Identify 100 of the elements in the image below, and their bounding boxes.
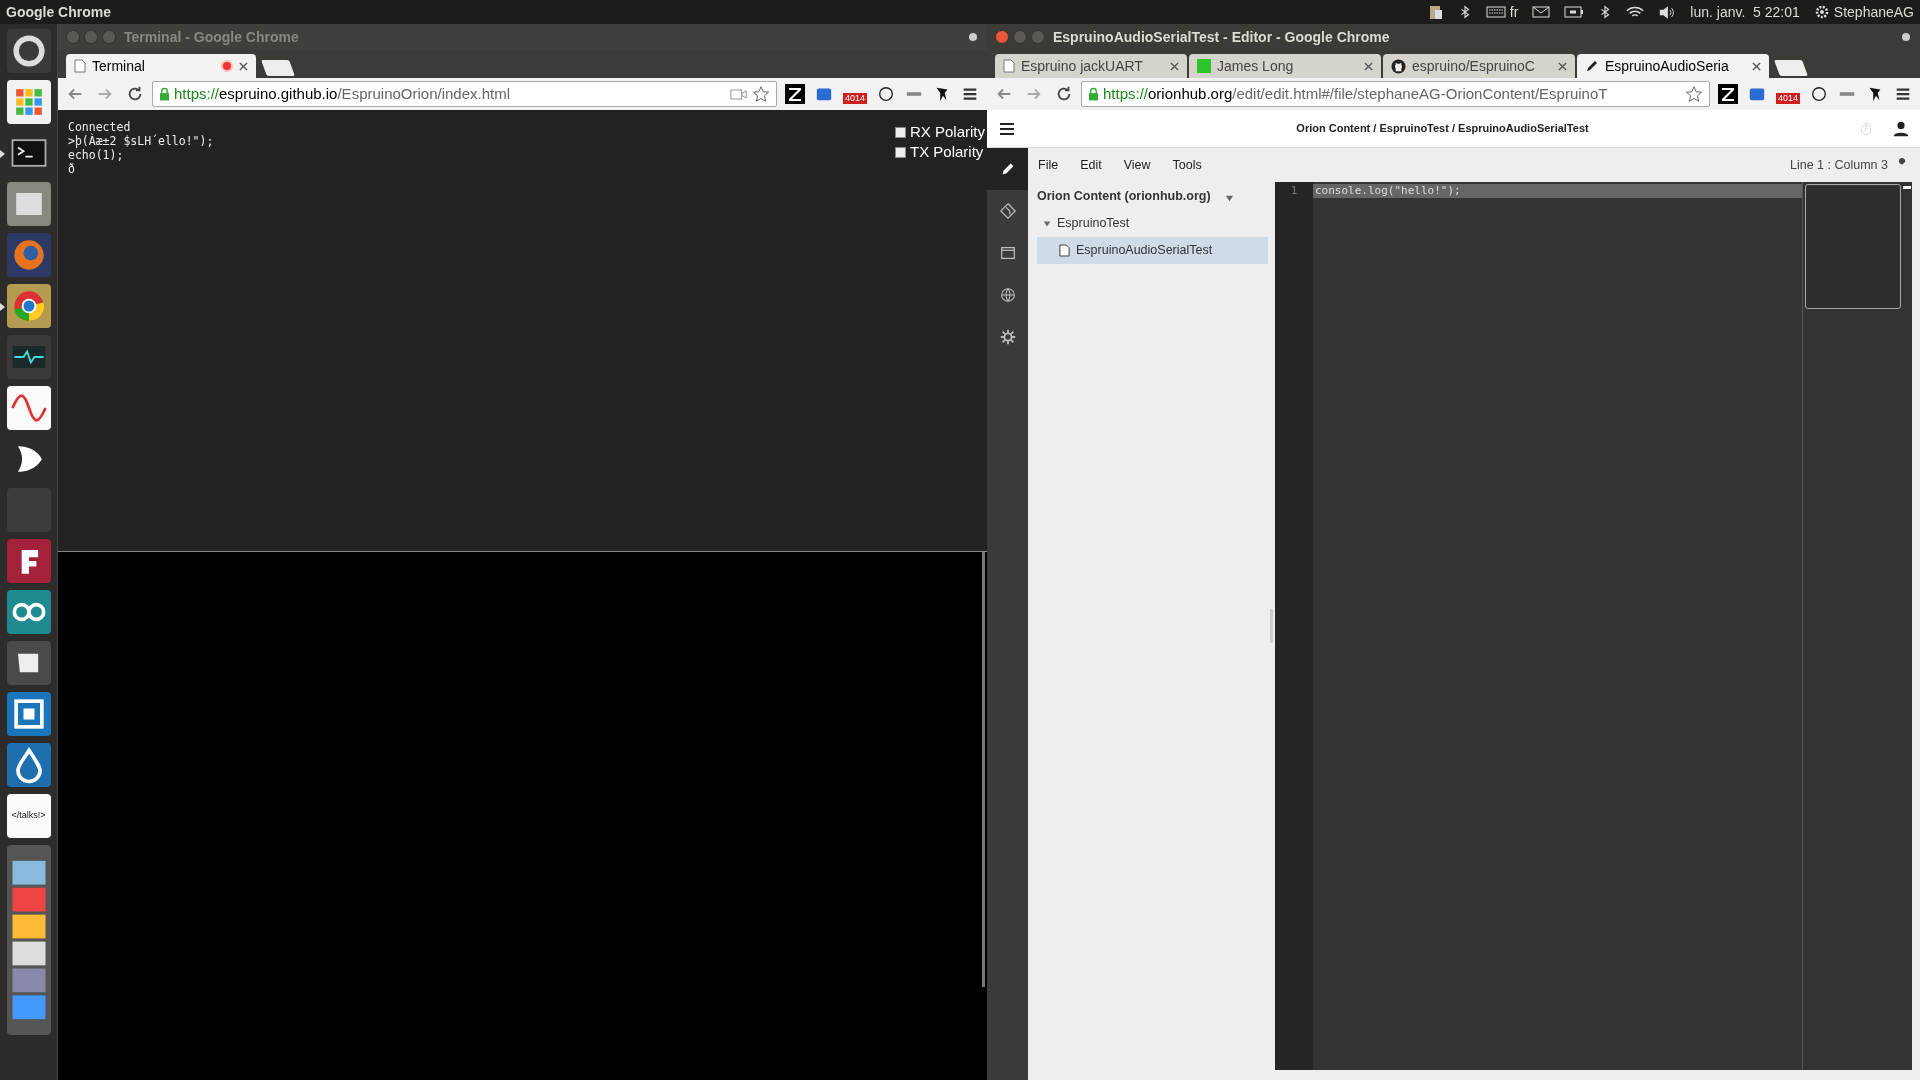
window-title: EspruinoAudioSerialTest - Editor - Google Chrome <box>1053 27 1391 47</box>
side-nav-item[interactable] <box>987 148 1028 190</box>
shell-icon <box>998 244 1017 262</box>
star-icon[interactable] <box>751 85 770 103</box>
lock-icon <box>1088 87 1099 101</box>
terminal-line: >þ(Àæ±2 $sLH´ello!"); <box>68 134 214 148</box>
project-title[interactable]: Orion Content (orionhub.org) <box>1037 186 1211 206</box>
tab-title: James Long <box>1217 56 1295 76</box>
app-name: Google Chrome <box>6 2 111 22</box>
scrollbar[interactable] <box>1902 186 1911 189</box>
dash-launcher-icon[interactable] <box>6 29 51 73</box>
splitter-handle[interactable] <box>1270 609 1273 643</box>
gear-icon <box>998 328 1017 346</box>
arduino-launcher-icon[interactable] <box>6 590 51 634</box>
address-field[interactable]: https://espruino.github.io/EspruinoOrion/index.html <box>152 81 777 107</box>
reload-icon[interactable] <box>126 85 144 103</box>
keyboard-layout[interactable]: fr <box>1509 1 1519 23</box>
clock[interactable]: lun. janv. 5 22:01 <box>1690 1 1800 23</box>
file-tree-item[interactable]: EspruinoAudioSerialTest <box>1037 237 1268 264</box>
tree-label: EspruinoAudioSerialTest <box>1076 242 1213 260</box>
url-text: https://espruino.github.io/EspruinoOrion/index.html <box>174 83 512 104</box>
wave-launcher-icon[interactable] <box>6 386 51 430</box>
tab-close-icon[interactable] <box>1752 61 1761 71</box>
camera-icon[interactable] <box>729 87 748 101</box>
z-extension-icon[interactable] <box>1717 84 1738 104</box>
line-number: 1 <box>1290 184 1298 198</box>
menu-item[interactable]: File <box>1038 155 1059 175</box>
cursor-position: Line 1 : Column 3 <box>1790 156 1888 174</box>
menu-icon[interactable] <box>1894 85 1912 103</box>
tab-close-icon[interactable] <box>1364 61 1373 71</box>
url-text: https://orionhub.org/edit/edit.html#/file/stephaneAG-OrionContent/EspruinoT <box>1103 83 1609 104</box>
terminal-line: Connected <box>68 120 132 134</box>
checkbox[interactable] <box>894 146 906 158</box>
expand-arrow-icon[interactable] <box>1043 219 1051 228</box>
new-tab-button[interactable] <box>1774 60 1808 76</box>
menu-item[interactable]: Tools <box>1172 155 1202 175</box>
checkbox-label: TX Polarity <box>909 142 984 162</box>
circle-extension-icon[interactable] <box>877 85 895 103</box>
mail-badge[interactable]: 4014 <box>842 92 867 104</box>
tab-close-icon[interactable] <box>239 61 248 71</box>
drop-launcher-icon[interactable] <box>6 743 51 787</box>
window-title: Terminal - Google Chrome <box>124 27 300 47</box>
mail-icon[interactable] <box>1532 6 1551 18</box>
keyboard-icon[interactable] <box>1485 6 1506 18</box>
tree-label: EspruinoTest <box>1057 215 1130 233</box>
apps-launcher-icon[interactable] <box>6 80 51 124</box>
tab-title: EspruinoAudioSeria <box>1605 56 1730 76</box>
chrome-launcher-icon[interactable] <box>6 284 51 328</box>
browser-tab[interactable]: Terminal <box>66 54 256 78</box>
folder-tree-item[interactable]: EspruinoTest <box>1037 210 1268 237</box>
battery-icon[interactable] <box>1564 6 1585 18</box>
tab-title: espruino/EspruinoC <box>1412 56 1536 76</box>
menu-item[interactable]: Edit <box>1080 155 1102 175</box>
menu-icon[interactable] <box>961 85 979 103</box>
browser-tab[interactable]: EspruinoAudioSeria <box>1577 54 1769 78</box>
page-icon <box>1003 59 1015 73</box>
tab-title: Espruino jackUART <box>1021 56 1144 76</box>
monitor-launcher-icon[interactable] <box>6 335 51 379</box>
browser-tab[interactable]: espruino/EspruinoC <box>1383 54 1575 78</box>
launcher-stack-drawing[interactable] <box>6 845 51 1035</box>
flat-launcher-icon[interactable] <box>6 539 51 583</box>
checkbox[interactable] <box>894 126 906 138</box>
clipboard-icon[interactable] <box>1427 4 1444 20</box>
new-tab-button[interactable] <box>261 60 295 76</box>
pencil-icon <box>1585 59 1599 73</box>
checkbox-label: RX Polarity <box>909 122 985 142</box>
settings-icon[interactable] <box>1813 4 1830 20</box>
terminal-line: echo(1); <box>68 148 125 162</box>
tab-favicon-icon <box>1197 59 1211 73</box>
star-icon[interactable] <box>1684 85 1703 103</box>
circle-extension-icon[interactable] <box>1810 85 1828 103</box>
dropdown-arrow-icon[interactable] <box>1224 193 1234 203</box>
volume-icon[interactable] <box>1658 4 1677 20</box>
z-extension-icon[interactable] <box>784 84 805 104</box>
launcher-item[interactable]: </talks!> <box>6 794 51 838</box>
wifi-icon[interactable] <box>1626 5 1645 19</box>
github-icon <box>1391 58 1406 74</box>
reload-icon[interactable] <box>1055 85 1073 103</box>
user-icon[interactable] <box>1892 119 1910 138</box>
files-launcher-icon[interactable] <box>6 182 51 226</box>
address-field[interactable]: https://orionhub.org/edit/edit.html#/file/stephaneAG-OrionContent/EspruinoT <box>1081 81 1710 107</box>
mail-badge[interactable]: 4014 <box>1775 92 1800 104</box>
timer-icon <box>1858 120 1874 137</box>
firefox-launcher-icon[interactable] <box>6 233 51 277</box>
lock-icon <box>159 87 170 101</box>
menu-item[interactable]: View <box>1123 155 1151 175</box>
minimap-viewport[interactable] <box>1805 184 1901 309</box>
tab-title: Terminal <box>92 56 146 76</box>
browser-tab[interactable]: Espruino jackUART <box>995 54 1187 78</box>
page-icon <box>74 59 86 73</box>
user-name[interactable]: StephaneAG <box>1833 1 1914 23</box>
tab-close-icon[interactable] <box>1558 61 1567 71</box>
git-icon <box>998 202 1017 220</box>
browser-tab[interactable]: James Long <box>1189 54 1381 78</box>
breadcrumb: Orion Content / EspruinoTest / EspruinoAudioSerialTest <box>1295 121 1590 137</box>
file-icon <box>1059 244 1070 257</box>
close-button[interactable] <box>995 30 1009 44</box>
tab-close-icon[interactable] <box>1170 61 1179 71</box>
terminal-line: ð <box>68 162 76 176</box>
frame-launcher-icon[interactable] <box>6 692 51 736</box>
